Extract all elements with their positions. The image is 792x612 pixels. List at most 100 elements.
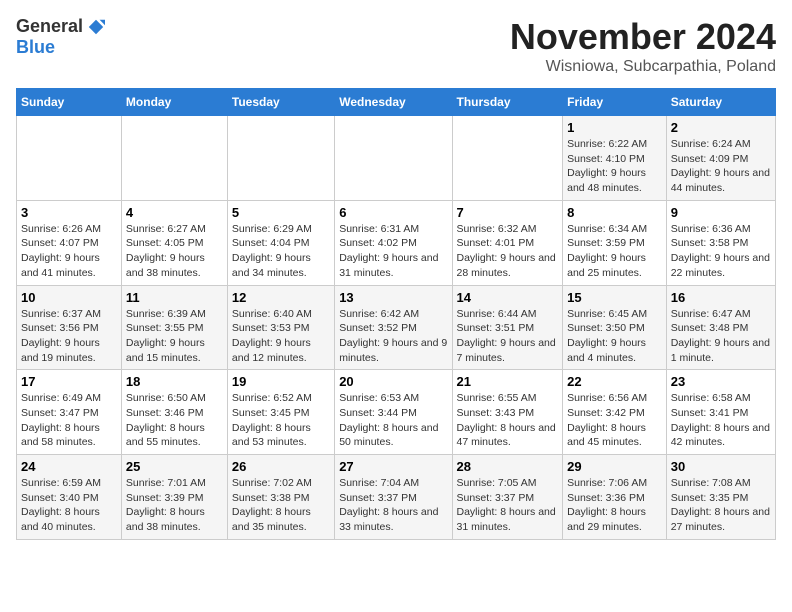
calendar-cell: 28 Sunrise: 7:05 AM Sunset: 3:37 PM Dayli…	[452, 455, 563, 540]
day-number: 1	[567, 120, 662, 135]
calendar-cell: 20 Sunrise: 6:53 AM Sunset: 3:44 PM Dayli…	[335, 370, 452, 455]
day-info: Sunrise: 6:58 AM Sunset: 3:41 PM Dayligh…	[671, 391, 771, 450]
calendar-cell: 14 Sunrise: 6:44 AM Sunset: 3:51 PM Dayli…	[452, 285, 563, 370]
day-number: 2	[671, 120, 771, 135]
logo-general-text: General	[16, 16, 83, 37]
calendar-cell: 15 Sunrise: 6:45 AM Sunset: 3:50 PM Dayli…	[563, 285, 667, 370]
calendar-cell: 26 Sunrise: 7:02 AM Sunset: 3:38 PM Dayli…	[227, 455, 334, 540]
calendar-table: SundayMondayTuesdayWednesdayThursdayFrid…	[16, 88, 776, 540]
day-number: 11	[126, 290, 223, 305]
day-info: Sunrise: 6:29 AM Sunset: 4:04 PM Dayligh…	[232, 222, 330, 281]
day-number: 12	[232, 290, 330, 305]
calendar-cell: 12 Sunrise: 6:40 AM Sunset: 3:53 PM Dayli…	[227, 285, 334, 370]
day-number: 14	[457, 290, 559, 305]
day-number: 27	[339, 459, 447, 474]
day-number: 28	[457, 459, 559, 474]
day-header-saturday: Saturday	[666, 89, 775, 116]
day-info: Sunrise: 6:56 AM Sunset: 3:42 PM Dayligh…	[567, 391, 662, 450]
day-info: Sunrise: 6:45 AM Sunset: 3:50 PM Dayligh…	[567, 307, 662, 366]
day-number: 18	[126, 374, 223, 389]
calendar-cell: 27 Sunrise: 7:04 AM Sunset: 3:37 PM Dayli…	[335, 455, 452, 540]
calendar-cell: 5 Sunrise: 6:29 AM Sunset: 4:04 PM Daylig…	[227, 200, 334, 285]
day-info: Sunrise: 6:24 AM Sunset: 4:09 PM Dayligh…	[671, 137, 771, 196]
day-info: Sunrise: 6:53 AM Sunset: 3:44 PM Dayligh…	[339, 391, 447, 450]
calendar-cell: 13 Sunrise: 6:42 AM Sunset: 3:52 PM Dayli…	[335, 285, 452, 370]
day-header-sunday: Sunday	[17, 89, 122, 116]
day-number: 23	[671, 374, 771, 389]
day-info: Sunrise: 7:01 AM Sunset: 3:39 PM Dayligh…	[126, 476, 223, 535]
calendar-cell: 25 Sunrise: 7:01 AM Sunset: 3:39 PM Dayli…	[121, 455, 227, 540]
day-info: Sunrise: 6:50 AM Sunset: 3:46 PM Dayligh…	[126, 391, 223, 450]
day-number: 16	[671, 290, 771, 305]
day-number: 9	[671, 205, 771, 220]
day-info: Sunrise: 6:55 AM Sunset: 3:43 PM Dayligh…	[457, 391, 559, 450]
day-info: Sunrise: 6:36 AM Sunset: 3:58 PM Dayligh…	[671, 222, 771, 281]
day-info: Sunrise: 6:32 AM Sunset: 4:01 PM Dayligh…	[457, 222, 559, 281]
day-info: Sunrise: 6:47 AM Sunset: 3:48 PM Dayligh…	[671, 307, 771, 366]
day-info: Sunrise: 6:44 AM Sunset: 3:51 PM Dayligh…	[457, 307, 559, 366]
calendar-cell: 30 Sunrise: 7:08 AM Sunset: 3:35 PM Dayli…	[666, 455, 775, 540]
day-number: 13	[339, 290, 447, 305]
day-info: Sunrise: 7:02 AM Sunset: 3:38 PM Dayligh…	[232, 476, 330, 535]
logo-icon	[87, 18, 105, 36]
day-header-monday: Monday	[121, 89, 227, 116]
day-info: Sunrise: 6:42 AM Sunset: 3:52 PM Dayligh…	[339, 307, 447, 366]
day-info: Sunrise: 7:05 AM Sunset: 3:37 PM Dayligh…	[457, 476, 559, 535]
day-header-wednesday: Wednesday	[335, 89, 452, 116]
calendar-cell	[335, 116, 452, 201]
day-number: 22	[567, 374, 662, 389]
day-info: Sunrise: 6:26 AM Sunset: 4:07 PM Dayligh…	[21, 222, 117, 281]
day-info: Sunrise: 6:49 AM Sunset: 3:47 PM Dayligh…	[21, 391, 117, 450]
title-section: November 2024 Wisniowa, Subcarpathia, Po…	[510, 16, 776, 76]
month-title: November 2024	[510, 16, 776, 58]
calendar-cell	[121, 116, 227, 201]
day-header-thursday: Thursday	[452, 89, 563, 116]
calendar-cell: 8 Sunrise: 6:34 AM Sunset: 3:59 PM Daylig…	[563, 200, 667, 285]
calendar-cell: 19 Sunrise: 6:52 AM Sunset: 3:45 PM Dayli…	[227, 370, 334, 455]
day-number: 21	[457, 374, 559, 389]
logo: General Blue	[16, 16, 105, 58]
day-header-friday: Friday	[563, 89, 667, 116]
location-subtitle: Wisniowa, Subcarpathia, Poland	[510, 58, 776, 76]
day-number: 8	[567, 205, 662, 220]
day-info: Sunrise: 6:40 AM Sunset: 3:53 PM Dayligh…	[232, 307, 330, 366]
day-info: Sunrise: 6:22 AM Sunset: 4:10 PM Dayligh…	[567, 137, 662, 196]
calendar-cell: 4Sunrise: 6:27 AM Sunset: 4:05 PM Daylig…	[121, 200, 227, 285]
day-number: 7	[457, 205, 559, 220]
day-info: Sunrise: 6:37 AM Sunset: 3:56 PM Dayligh…	[21, 307, 117, 366]
day-info: Sunrise: 7:08 AM Sunset: 3:35 PM Dayligh…	[671, 476, 771, 535]
calendar-cell: 10Sunrise: 6:37 AM Sunset: 3:56 PM Dayli…	[17, 285, 122, 370]
calendar-cell: 11 Sunrise: 6:39 AM Sunset: 3:55 PM Dayli…	[121, 285, 227, 370]
page-header: General Blue November 2024 Wisniowa, Sub…	[16, 16, 776, 76]
day-number: 6	[339, 205, 447, 220]
day-info: Sunrise: 6:59 AM Sunset: 3:40 PM Dayligh…	[21, 476, 117, 535]
calendar-cell: 9 Sunrise: 6:36 AM Sunset: 3:58 PM Daylig…	[666, 200, 775, 285]
day-number: 26	[232, 459, 330, 474]
calendar-cell: 24 Sunrise: 6:59 AM Sunset: 3:40 PM Dayli…	[17, 455, 122, 540]
day-number: 30	[671, 459, 771, 474]
day-info: Sunrise: 6:52 AM Sunset: 3:45 PM Dayligh…	[232, 391, 330, 450]
day-info: Sunrise: 6:34 AM Sunset: 3:59 PM Dayligh…	[567, 222, 662, 281]
day-info: Sunrise: 7:06 AM Sunset: 3:36 PM Dayligh…	[567, 476, 662, 535]
day-number: 29	[567, 459, 662, 474]
day-number: 20	[339, 374, 447, 389]
day-number: 3	[21, 205, 117, 220]
day-number: 15	[567, 290, 662, 305]
calendar-cell: 16 Sunrise: 6:47 AM Sunset: 3:48 PM Dayli…	[666, 285, 775, 370]
day-number: 5	[232, 205, 330, 220]
calendar-cell: 1 Sunrise: 6:22 AM Sunset: 4:10 PM Daylig…	[563, 116, 667, 201]
calendar-cell	[227, 116, 334, 201]
calendar-cell: 17 Sunrise: 6:49 AM Sunset: 3:47 PM Dayli…	[17, 370, 122, 455]
logo-blue-text: Blue	[16, 37, 55, 58]
day-info: Sunrise: 6:39 AM Sunset: 3:55 PM Dayligh…	[126, 307, 223, 366]
day-header-tuesday: Tuesday	[227, 89, 334, 116]
day-number: 19	[232, 374, 330, 389]
calendar-cell: 2 Sunrise: 6:24 AM Sunset: 4:09 PM Daylig…	[666, 116, 775, 201]
day-number: 17	[21, 374, 117, 389]
day-info: Sunrise: 6:31 AM Sunset: 4:02 PM Dayligh…	[339, 222, 447, 281]
day-number: 25	[126, 459, 223, 474]
calendar-cell	[452, 116, 563, 201]
day-number: 24	[21, 459, 117, 474]
calendar-cell: 18 Sunrise: 6:50 AM Sunset: 3:46 PM Dayli…	[121, 370, 227, 455]
day-info: Sunrise: 7:04 AM Sunset: 3:37 PM Dayligh…	[339, 476, 447, 535]
